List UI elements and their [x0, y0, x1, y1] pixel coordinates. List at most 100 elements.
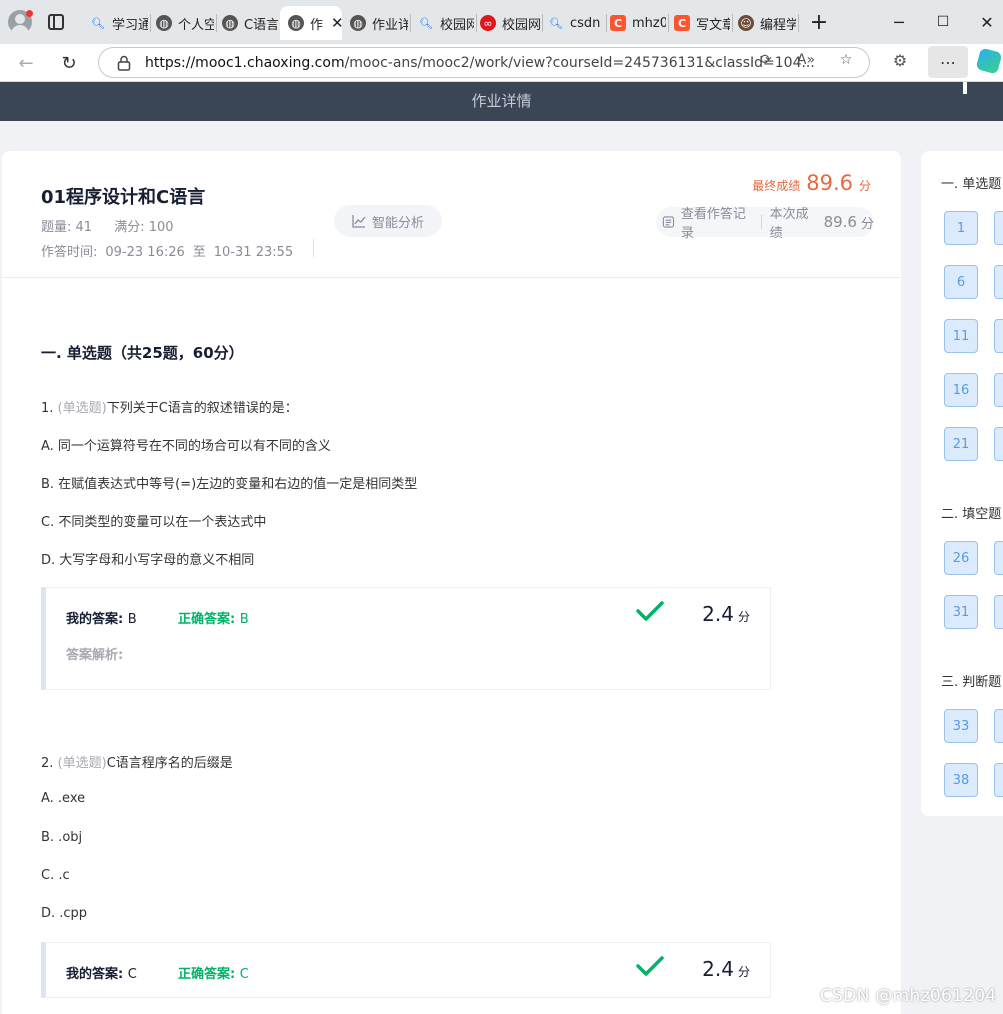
nav-question-button[interactable] — [994, 265, 1003, 299]
tab-9[interactable]: C 写文章 — [674, 6, 730, 40]
question-stem: 1. (单选题)下列关于C语言的叙述错误的是： — [41, 397, 298, 416]
nav-question-button[interactable]: 33 — [944, 709, 978, 743]
this-score-value: 89.6 — [823, 213, 857, 231]
my-answer: 我的答案: B — [66, 612, 137, 627]
tab-10[interactable]: ☺ 编程学 — [738, 6, 796, 40]
address-bar[interactable]: https://mooc1.chaoxing.com/mooc-ans/mooc… — [98, 47, 870, 78]
refresh-button[interactable]: ↻ — [55, 49, 83, 77]
minimize-button[interactable]: ─ — [884, 8, 914, 36]
nav-question-button[interactable] — [994, 211, 1003, 245]
tab-6[interactable]: ∞ 校园网 — [480, 6, 540, 40]
tab-1[interactable]: ◍ 个人空 — [156, 6, 214, 40]
tab-8[interactable]: C mhz0 — [610, 6, 666, 40]
divider — [313, 239, 314, 257]
new-tab-button[interactable]: + — [804, 8, 834, 36]
tab-7[interactable]: 🔍︎ csdn — [548, 6, 604, 40]
back-button[interactable]: ← — [12, 49, 40, 77]
full-score: 满分: 100 — [114, 220, 174, 235]
globe-icon: ◍ — [288, 15, 304, 31]
tab-2[interactable]: ◍ C语言 — [222, 6, 278, 40]
tab-label: 写文章 — [696, 17, 730, 33]
nav-question-button[interactable]: 21 — [944, 427, 978, 461]
option: B. 在赋值表达式中等号(=)左边的变量和右边的值一定是相同类型 — [41, 477, 418, 492]
time-end: 10-31 23:55 — [213, 245, 294, 260]
answer-row: 我的答案: C 正确答案: C — [66, 963, 249, 982]
tab-label: 校园网 — [502, 17, 540, 33]
time-label: 作答时间: — [41, 245, 98, 260]
search-icon: 🔍︎ — [419, 16, 433, 30]
nav-question-button[interactable]: 11 — [944, 319, 978, 353]
lock-icon — [117, 55, 131, 71]
work-title: 01程序设计和C语言 — [41, 187, 206, 208]
answer-box: 我的答案: C 正确答案: C 2.4 分 — [41, 942, 771, 998]
tab-label: 编程学 — [760, 17, 796, 33]
record-pill: 查看作答记录 本次成绩 89.6 分 — [656, 207, 874, 241]
answer-row: 我的答案: B 正确答案: B — [66, 608, 249, 627]
page-title: 作业详情 — [471, 92, 532, 110]
nav-question-button[interactable]: 16 — [944, 373, 978, 407]
translate-icon[interactable]: ⟳ — [756, 50, 776, 70]
extensions-icon[interactable]: ⚙ — [890, 50, 910, 70]
more-menu-button[interactable]: ⋯ — [928, 46, 968, 78]
nav-question-button[interactable] — [994, 709, 1003, 743]
question-text: C语言程序名的后缀是 — [106, 756, 233, 771]
header-divider — [2, 277, 901, 278]
nav-question-button[interactable] — [994, 595, 1003, 629]
question-text: 下列关于C语言的叙述错误的是： — [106, 401, 298, 416]
view-record-link[interactable]: 查看作答记录 — [681, 203, 753, 241]
section-title: 一. 单选题（共25题，60分） — [41, 344, 244, 362]
option: A. 同一个运算符号在不同的场合可以有不同的含义 — [41, 439, 331, 454]
final-score-label: 最终成绩 — [752, 179, 801, 193]
globe-icon: ◍ — [222, 15, 238, 31]
nav-question-button[interactable]: 38 — [944, 763, 978, 797]
nav-section-title: 三. 判断题 — [941, 675, 1002, 690]
close-window-button[interactable]: ✕ — [972, 8, 1002, 36]
favorite-star-icon[interactable]: ☆ — [836, 50, 856, 70]
question-number: 1. — [41, 401, 54, 416]
nav-question-button[interactable] — [994, 541, 1003, 575]
tab-actions-icon[interactable] — [48, 14, 64, 30]
tab-label: 学习通 — [112, 17, 148, 33]
maximize-button[interactable]: ☐ — [928, 8, 958, 36]
tab-label: 个人空 — [178, 17, 214, 33]
browser-tab-bar: 🔍︎ 学习通 ◍ 个人空 ◍ C语言 ◍ 作 ✕ ◍ 作业详 🔍︎ 校园网 ∞ … — [0, 0, 1003, 44]
final-score-unit: 分 — [858, 179, 871, 193]
answer-time: 作答时间: 09-23 16:26 至 10-31 23:55 — [41, 241, 311, 260]
tab-0[interactable]: 🔍︎ 学习通 — [90, 6, 148, 40]
read-aloud-icon[interactable]: A» — [796, 50, 816, 70]
nav-question-button[interactable] — [994, 319, 1003, 353]
browser-toolbar: ← ↻ https://mooc1.chaoxing.com/mooc-ans/… — [0, 44, 1003, 82]
tab-label: csdn — [570, 15, 601, 31]
close-tab-icon[interactable]: ✕ — [331, 14, 342, 32]
smart-analysis-button[interactable]: 智能分析 — [334, 205, 442, 237]
answer-analysis-label: 答案解析: — [66, 648, 124, 663]
nav-question-button[interactable]: 31 — [944, 595, 978, 629]
question-score: 2.4 分 — [702, 602, 750, 626]
url-path: /mooc-ans/mooc2/work/view?courseId=24573… — [344, 54, 815, 71]
nav-question-button[interactable]: 26 — [944, 541, 978, 575]
chart-icon — [352, 215, 366, 228]
nav-question-button[interactable] — [994, 763, 1003, 797]
tab-4[interactable]: ◍ 作业详 — [350, 6, 408, 40]
avatar-icon: ☺ — [738, 15, 754, 31]
option: A. .exe — [41, 791, 86, 806]
this-score-unit: 分 — [860, 216, 874, 232]
question-nav-card: 一. 单选题 1 6 11 16 21 二. 填空题 26 31 三. 判断题 … — [921, 151, 1003, 816]
copilot-icon[interactable] — [975, 47, 1003, 75]
work-meta: 题量: 41 满分: 100 — [41, 216, 192, 235]
time-to: 至 — [192, 245, 206, 260]
question-type: (单选题) — [57, 756, 107, 771]
final-score: 最终成绩 89.6 分 — [752, 171, 871, 195]
tab-label: 校园网 — [440, 17, 474, 33]
question-type: (单选题) — [57, 401, 107, 416]
nav-question-button[interactable] — [994, 373, 1003, 407]
globe-icon: ◍ — [156, 15, 172, 31]
nav-question-button[interactable]: 1 — [944, 211, 978, 245]
profile-avatar-icon[interactable] — [8, 10, 33, 34]
nav-question-button[interactable]: 6 — [944, 265, 978, 299]
tab-5[interactable]: 🔍︎ 校园网 — [418, 6, 474, 40]
check-icon — [636, 601, 664, 621]
nav-question-button[interactable] — [994, 427, 1003, 461]
time-start: 09-23 16:26 — [105, 245, 185, 260]
tab-3-active[interactable]: ◍ 作 ✕ — [280, 6, 342, 40]
